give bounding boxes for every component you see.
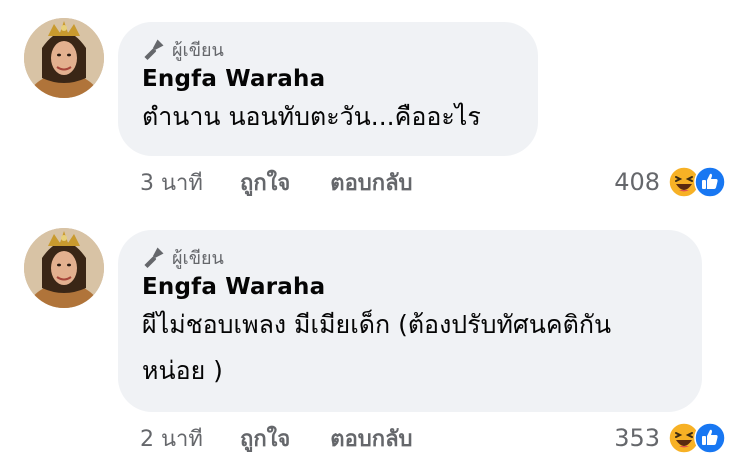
like-button[interactable]: ถูกใจ xyxy=(240,165,290,200)
reaction-summary[interactable]: 353 xyxy=(614,422,726,454)
microphone-icon xyxy=(144,247,164,269)
like-icon xyxy=(694,422,726,454)
reaction-summary[interactable]: 408 xyxy=(614,166,726,198)
comment-text: ตำนาน นอนทับตะวัน...คืออะไร xyxy=(142,102,481,131)
author-badge: ผู้เขียน xyxy=(142,244,676,270)
comment-author[interactable]: Engfa Waraha xyxy=(142,274,676,300)
avatar[interactable] xyxy=(24,18,104,98)
comment-bubble: ผู้เขียน Engfa Waraha ตำนาน นอนทับตะวัน.… xyxy=(118,22,538,156)
comment-author[interactable]: Engfa Waraha xyxy=(142,66,512,92)
microphone-icon xyxy=(144,39,164,61)
reply-button[interactable]: ตอบกลับ xyxy=(330,421,412,456)
author-badge: ผู้เขียน xyxy=(142,36,512,62)
comment-timestamp[interactable]: 2 นาที xyxy=(140,421,240,456)
like-icon xyxy=(694,166,726,198)
comment-actions: 3 นาที ถูกใจ ตอบกลับ xyxy=(140,166,413,198)
comment-actions: 2 นาที ถูกใจ ตอบกลับ xyxy=(140,422,413,454)
comment-text-line-2: หน่อย ) xyxy=(142,356,223,385)
like-button[interactable]: ถูกใจ xyxy=(240,421,290,456)
avatar[interactable] xyxy=(24,228,104,308)
avatar-image xyxy=(24,228,104,308)
author-badge-label: ผู้เขียน xyxy=(172,247,224,269)
comment-bubble: ผู้เขียน Engfa Waraha ผีไม่ชอบเพลง มีเมี… xyxy=(118,230,702,412)
reaction-count: 353 xyxy=(614,424,660,452)
comment-timestamp[interactable]: 3 นาที xyxy=(140,165,240,200)
avatar-image xyxy=(24,18,104,98)
reaction-count: 408 xyxy=(614,168,660,196)
reply-button[interactable]: ตอบกลับ xyxy=(330,165,412,200)
comment-text-line-1: ผีไม่ชอบเพลง มีเมียเด็ก (ต้องปรับทัศนคติ… xyxy=(142,310,612,339)
author-badge-label: ผู้เขียน xyxy=(172,39,224,61)
